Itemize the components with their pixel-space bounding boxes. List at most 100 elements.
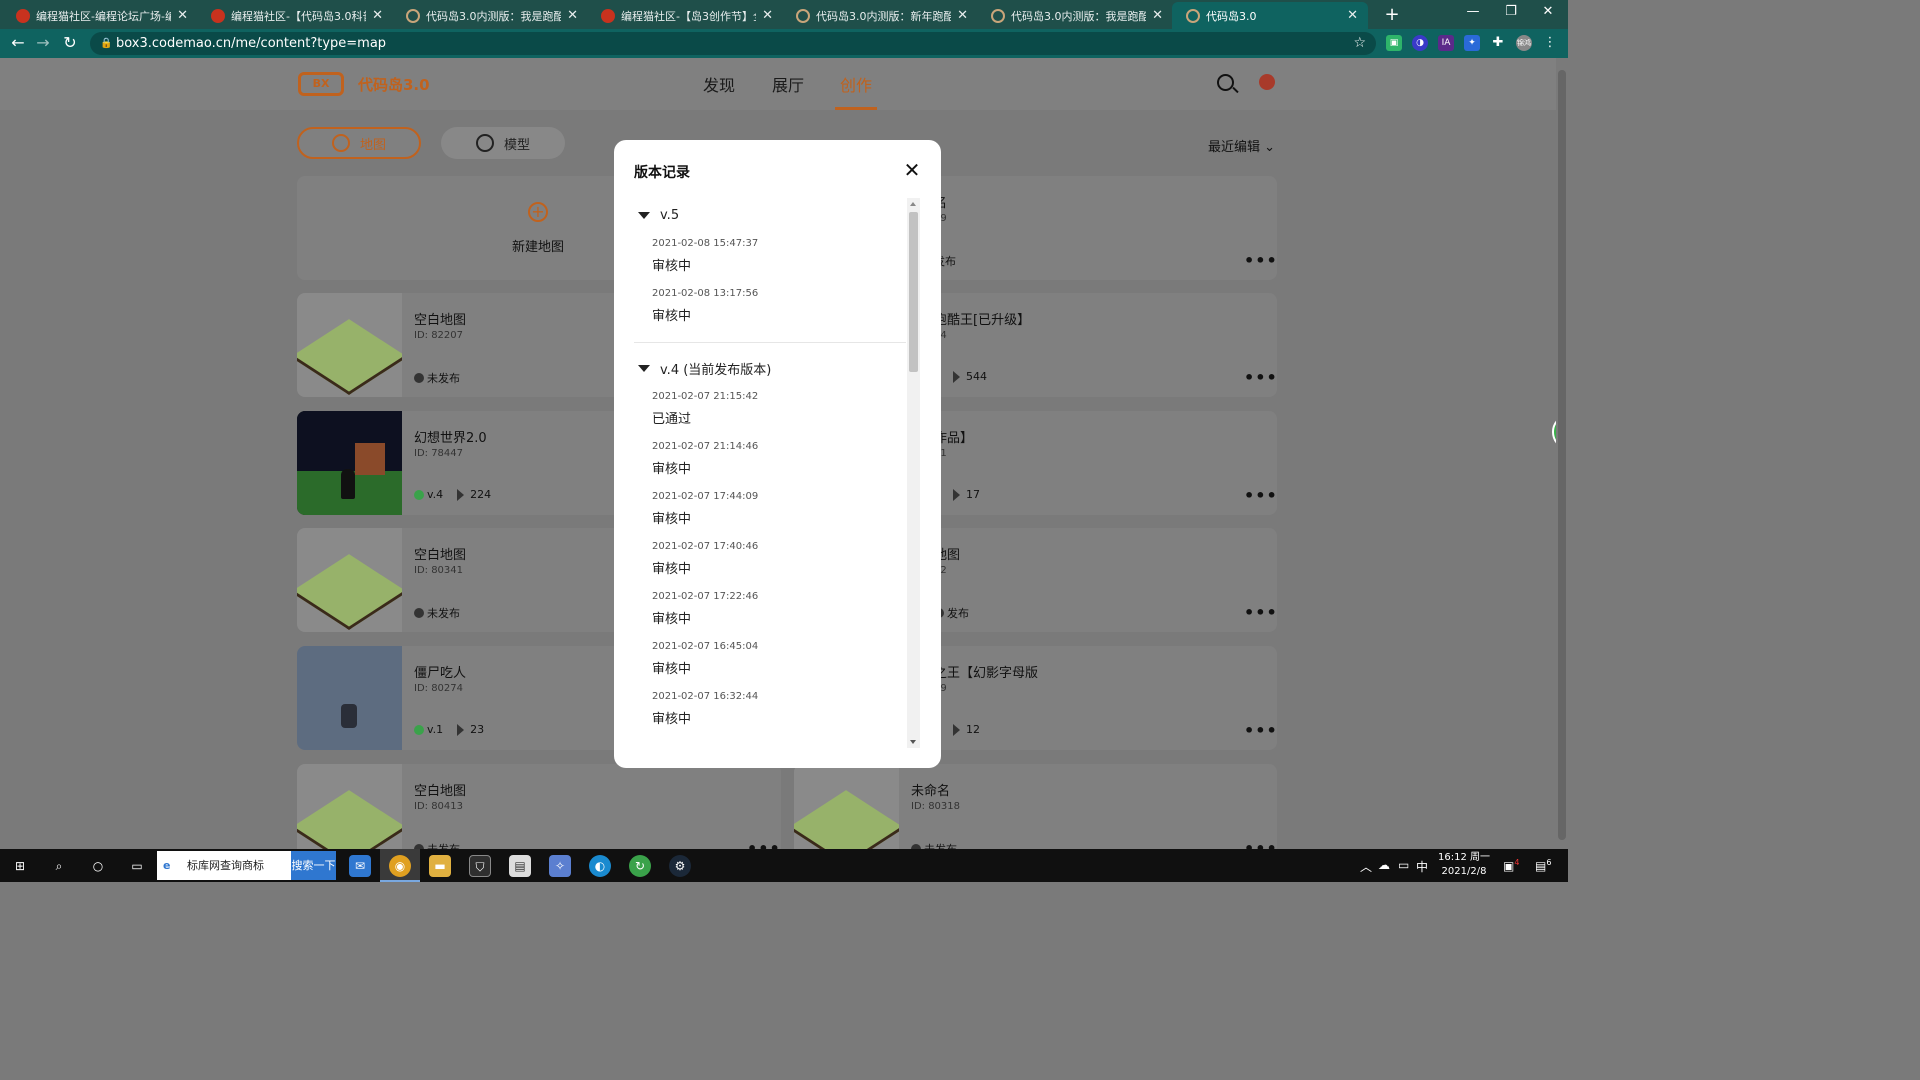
more-options-icon[interactable]: ••• <box>1244 486 1277 505</box>
nav-create[interactable]: 创作 <box>840 72 872 96</box>
play-count: 23 <box>470 723 485 736</box>
avatar[interactable] <box>1259 74 1275 90</box>
map-card[interactable]: 未命名 ID: 80318 未发布 ••• <box>794 764 1277 849</box>
close-window-button[interactable]: ✕ <box>1528 4 1568 19</box>
tab-map[interactable]: 地图 <box>297 127 421 159</box>
ime-indicator[interactable]: 中 <box>1416 858 1428 875</box>
dialog-scroll-thumb[interactable] <box>909 212 918 372</box>
onedrive-icon[interactable]: ☁ <box>1378 858 1390 872</box>
back-button[interactable]: ← <box>8 33 28 52</box>
more-options-icon[interactable]: ••• <box>1244 603 1277 622</box>
more-options-icon[interactable]: ••• <box>1244 368 1277 387</box>
restore-button[interactable]: ❐ <box>1491 4 1531 19</box>
status-dot <box>414 489 424 500</box>
tab-close-icon[interactable]: ✕ <box>177 8 188 23</box>
app-bird-icon[interactable]: ✧ <box>549 855 571 877</box>
address-bar: ← → ↻ 🔒 box3.codemao.cn/me/content?type=… <box>0 29 1568 58</box>
version-timestamp: 2021-02-07 21:14:46 <box>652 441 759 452</box>
extension-ia-icon[interactable]: IA <box>1438 35 1454 51</box>
profile-avatar[interactable]: 锦鸿 <box>1516 35 1532 51</box>
cortana-icon[interactable]: ○ <box>87 855 109 877</box>
extension-green-icon[interactable]: ▣ <box>1386 35 1402 51</box>
clock-time: 16:12 周一 <box>1438 852 1490 863</box>
chrome-icon[interactable]: ◉ <box>389 855 411 877</box>
app-green-icon[interactable]: ↻ <box>629 855 651 877</box>
site-logo[interactable]: BX 代码岛3.0 <box>298 72 430 96</box>
version-entry: 2021-02-07 17:40:46 审核中 <box>634 541 906 583</box>
more-options-icon[interactable]: ••• <box>1244 721 1277 740</box>
tab-close-icon[interactable]: ✕ <box>957 8 968 23</box>
caret-down-icon[interactable] <box>638 211 650 219</box>
document-icon[interactable]: ▤ <box>509 855 531 877</box>
more-options-icon[interactable]: ••• <box>1244 839 1277 849</box>
tab-close-icon[interactable]: ✕ <box>1347 8 1358 23</box>
notification-center-icon[interactable]: ▤6 <box>1535 858 1551 873</box>
new-tab-button[interactable]: + <box>1382 4 1402 25</box>
tab-close-icon[interactable]: ✕ <box>372 8 383 23</box>
browser-tab[interactable]: 代码岛3.0内测版：新年跑酷 ✕ <box>782 2 978 29</box>
network-icon[interactable]: ▭ <box>1398 858 1409 872</box>
caret-down-icon[interactable] <box>638 364 650 372</box>
card-status: 未发布 <box>414 841 460 849</box>
file-explorer-icon[interactable]: ▬ <box>429 855 451 877</box>
store-icon[interactable]: ⛉ <box>469 855 491 877</box>
browser-menu-icon[interactable]: ⋮ <box>1542 35 1558 51</box>
mail-tray-icon[interactable]: ▣4 <box>1503 858 1519 873</box>
task-view-icon[interactable]: ▭ <box>126 855 148 877</box>
version-header[interactable]: v.5 <box>634 200 906 230</box>
minimize-button[interactable]: — <box>1453 4 1493 19</box>
tab-favicon-icon <box>1186 8 1200 23</box>
close-icon[interactable]: ✕ <box>902 158 922 182</box>
reload-button[interactable]: ↻ <box>60 33 80 52</box>
taskbar-search-input[interactable]: e 标库网查询商标 <box>157 851 291 880</box>
tab-title: 代码岛3.0 <box>1206 9 1257 23</box>
sort-dropdown[interactable]: 最近编辑 ⌄ <box>1208 136 1275 155</box>
version-review-status: 审核中 <box>652 462 692 477</box>
play-count-icon <box>953 723 960 736</box>
browser-tab[interactable]: 编程猫社区-【岛3创作节】全民 ✕ <box>587 2 783 29</box>
taskbar-search-button[interactable]: 搜索一下 <box>291 851 336 880</box>
status-text: 未发布 <box>427 607 460 620</box>
nav-discover[interactable]: 发现 <box>703 72 735 96</box>
bookmark-star-icon[interactable]: ☆ <box>1353 32 1366 55</box>
scene-house <box>355 443 385 475</box>
page-scrollbar[interactable] <box>1556 58 1568 849</box>
map-thumbnail <box>794 764 899 849</box>
steam-icon[interactable]: ⚙ <box>669 855 691 877</box>
extension-moon-icon[interactable]: ◑ <box>1412 35 1428 51</box>
browser-tab[interactable]: 代码岛3.0内测版：我是跑酷王[已 ✕ <box>392 2 588 29</box>
tab-model[interactable]: 模型 <box>441 127 565 159</box>
browser-tab[interactable]: 代码岛3.0 ✕ <box>1172 2 1368 29</box>
tab-close-icon[interactable]: ✕ <box>567 8 578 23</box>
tab-favicon-icon <box>796 8 810 23</box>
taskbar-clock[interactable]: 16:12 周一 2021/2/8 <box>1438 851 1490 879</box>
scroll-up-icon[interactable] <box>910 202 916 206</box>
map-card[interactable]: 空白地图 ID: 80413 未发布 ••• <box>297 764 781 849</box>
version-header[interactable]: v.4 (当前发布版本) <box>634 353 906 383</box>
more-options-icon[interactable]: ••• <box>747 839 781 849</box>
browser-tab[interactable]: 代码岛3.0内测版：我是跑酷王[已 ✕ <box>977 2 1173 29</box>
search-icon[interactable] <box>1217 74 1234 91</box>
more-options-icon[interactable]: ••• <box>1244 251 1277 270</box>
forward-button[interactable]: → <box>33 33 53 52</box>
browser-tab[interactable]: 编程猫社区-【代码岛3.0科普贴】 ✕ <box>197 2 393 29</box>
tray-chevron-up-icon[interactable]: ︿ <box>1360 858 1372 875</box>
extensions-puzzle-icon[interactable]: ✚ <box>1490 35 1506 51</box>
browser-tab[interactable]: 编程猫社区-编程论坛广场-编程猫 ✕ <box>2 2 198 29</box>
cube-icon <box>475 134 494 152</box>
windows-start-icon[interactable]: ⊞ <box>9 855 31 877</box>
tab-close-icon[interactable]: ✕ <box>762 8 773 23</box>
tab-close-icon[interactable]: ✕ <box>1152 8 1163 23</box>
extension-bird-icon[interactable]: ✦ <box>1464 35 1480 51</box>
map-tile-image <box>794 790 899 849</box>
version-group: v.5 2021-02-08 15:47:37 审核中 2021-02-08 13:1… <box>634 200 906 336</box>
mail-icon[interactable]: ✉ <box>349 855 371 877</box>
nav-gallery[interactable]: 展厅 <box>772 72 804 96</box>
edge-icon[interactable]: ◐ <box>589 855 611 877</box>
notification-badge: 6 <box>1546 858 1552 867</box>
search-icon[interactable]: ⌕ <box>48 855 70 877</box>
scroll-down-icon[interactable] <box>910 740 916 744</box>
url-input[interactable]: 🔒 box3.codemao.cn/me/content?type=map ☆ <box>90 32 1376 55</box>
dialog-scrollbar[interactable] <box>907 198 920 748</box>
page-scroll-thumb[interactable] <box>1558 70 1566 840</box>
